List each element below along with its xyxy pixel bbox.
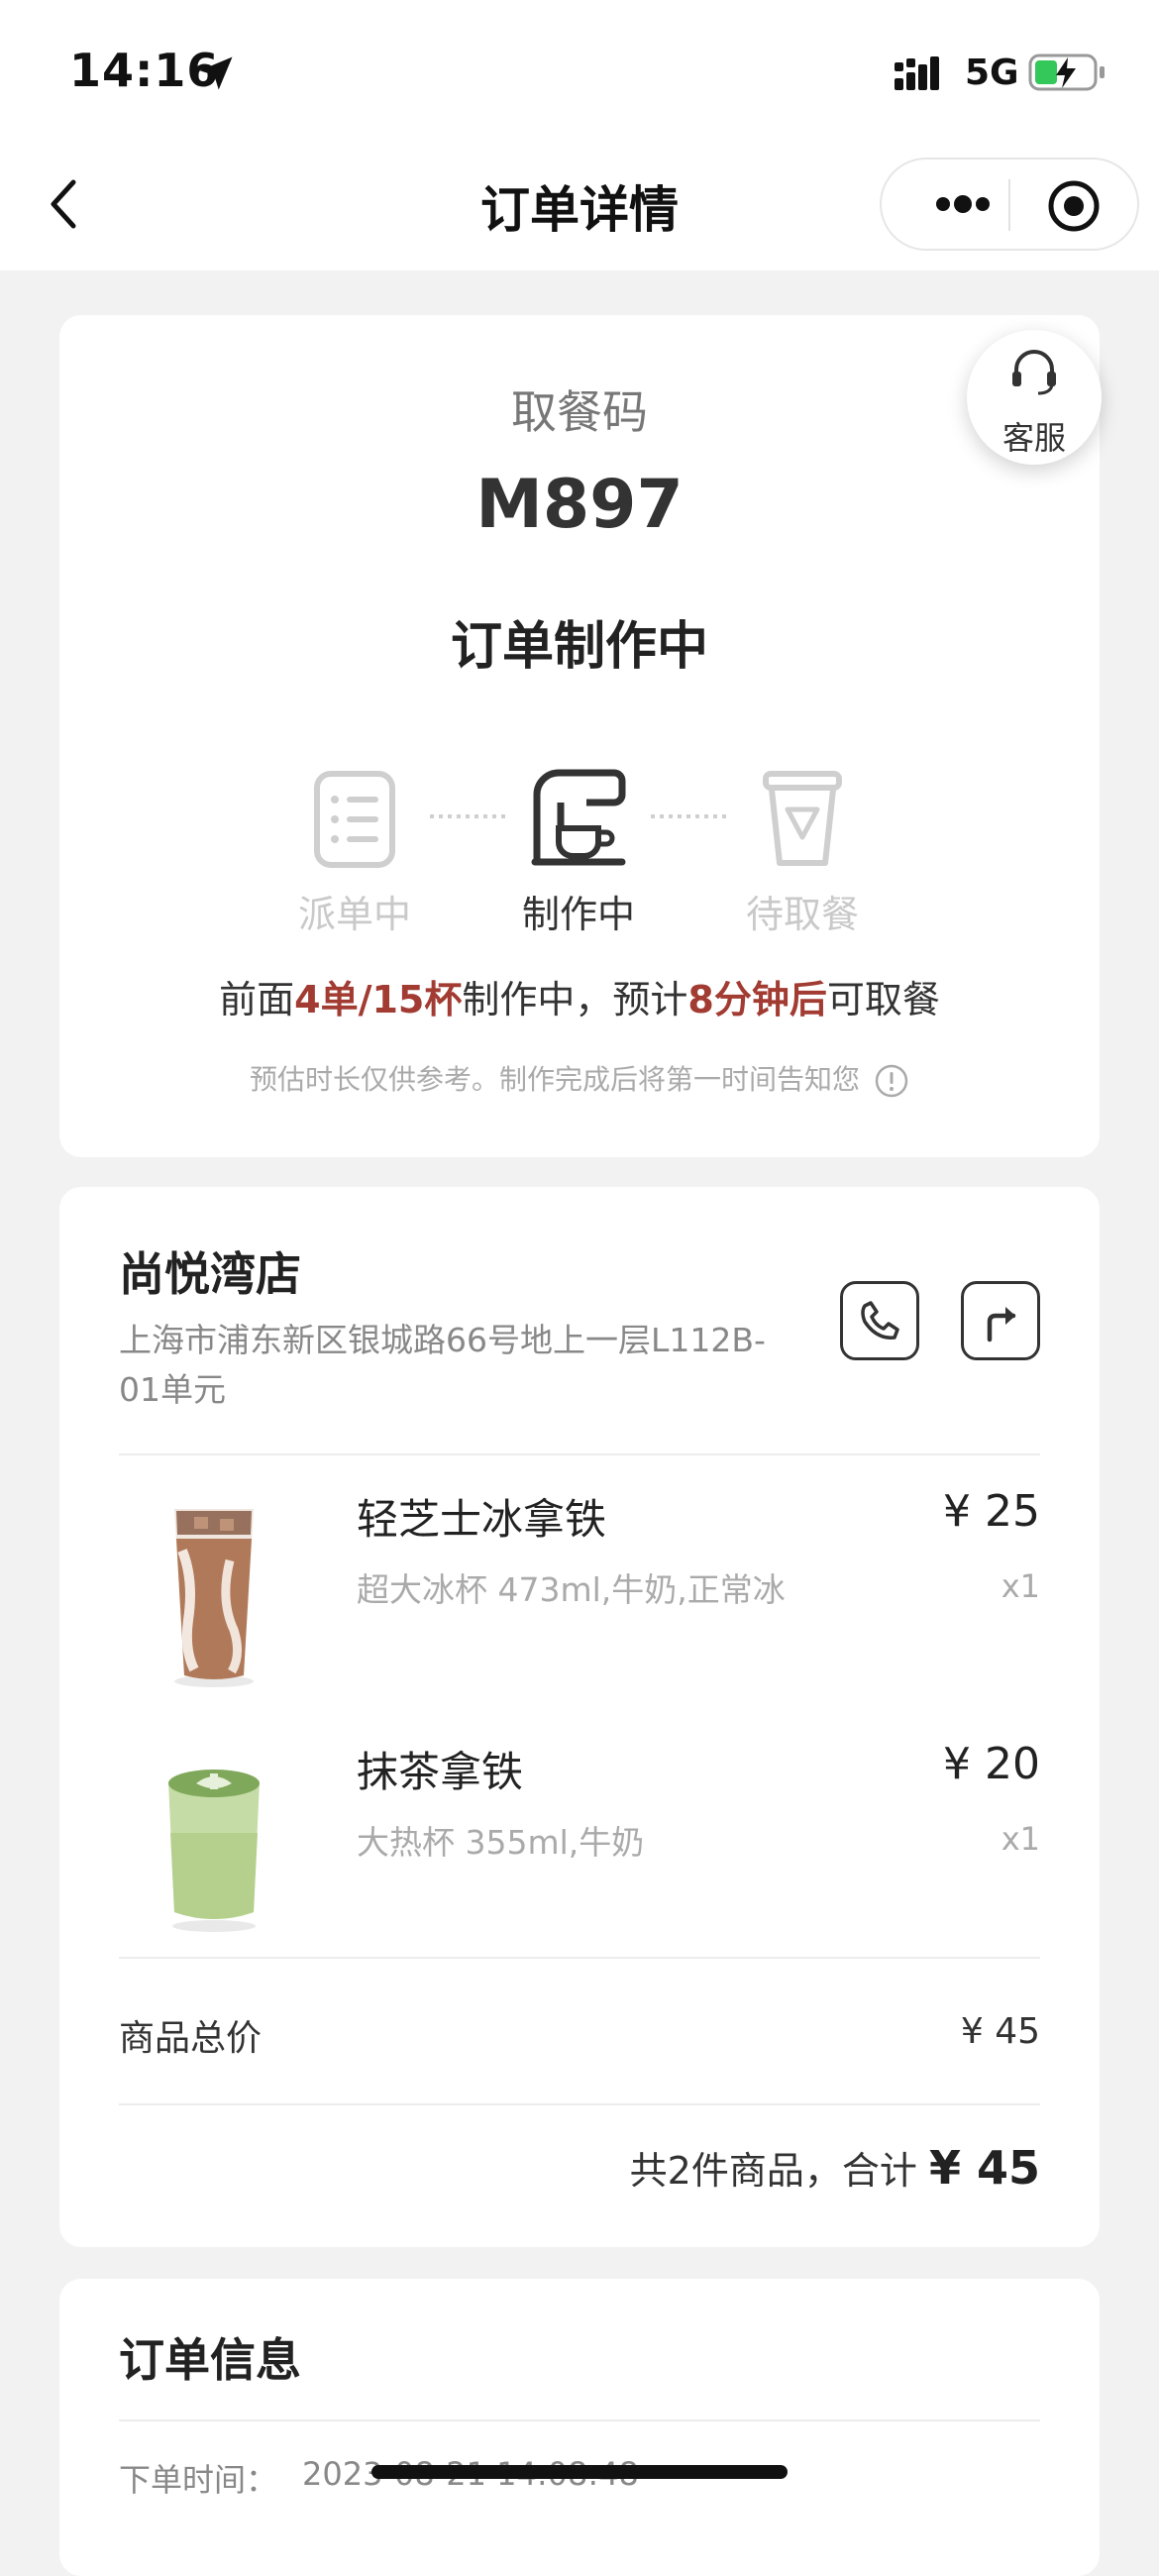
miniprogram-capsule xyxy=(880,158,1139,251)
order-status: 订单制作中 xyxy=(450,617,708,677)
item-spec: 大热杯 355ml,牛奶 xyxy=(357,1823,645,1862)
item-quantity: x1 xyxy=(1001,1567,1040,1605)
divider xyxy=(119,2419,1040,2421)
dispatch-order-icon xyxy=(314,771,395,868)
divider xyxy=(119,2103,1040,2105)
step-connector xyxy=(651,814,728,818)
order-info-card xyxy=(59,2279,1100,2576)
queue-middle: 制作中，预计 xyxy=(462,978,688,1021)
back-icon[interactable] xyxy=(44,174,83,234)
estimate-note: 预估时长仅供参考。制作完成后将第一时间告知您 xyxy=(59,1058,1100,1099)
order-time-label: 下单时间： xyxy=(119,2461,278,2499)
queue-prefix: 前面 xyxy=(219,978,295,1021)
subtotal-value: ¥ 45 xyxy=(960,2011,1040,2052)
step-connector xyxy=(430,814,507,818)
queue-suffix: 可取餐 xyxy=(826,978,940,1021)
info-icon[interactable] xyxy=(874,1063,909,1099)
pickup-code-label: 取餐码 xyxy=(511,385,648,439)
call-store-button[interactable] xyxy=(840,1281,919,1360)
product-image-iced-latte xyxy=(174,1509,254,1687)
store-address: 上海市浦东新区银城路66号地上一层L112B-01单元 xyxy=(119,1321,766,1409)
signal-icon xyxy=(895,56,939,90)
summary-total: ¥ 45 xyxy=(928,2141,1040,2195)
phone-icon xyxy=(861,1301,899,1340)
navigate-button[interactable] xyxy=(961,1281,1040,1360)
item-quantity: x1 xyxy=(1001,1820,1040,1858)
pickup-code: M897 xyxy=(475,466,684,544)
step-label-making: 制作中 xyxy=(521,893,635,936)
step-label-pickup: 待取餐 xyxy=(745,893,859,936)
item-price: ¥ 20 xyxy=(943,1739,1040,1789)
item-spec: 超大冰杯 473ml,牛奶,正常冰 xyxy=(357,1570,786,1609)
queue-count: 4单/15杯 xyxy=(294,978,463,1021)
summary-prefix: 共2件商品，合计 xyxy=(629,2149,917,2193)
page-title: 订单详情 xyxy=(480,181,679,239)
order-total-summary: 共2件商品，合计 ¥ 45 xyxy=(495,2140,1040,2195)
directions-icon xyxy=(987,1307,1016,1342)
home-indicator[interactable] xyxy=(371,2465,788,2479)
battery-charging-icon xyxy=(1028,54,1105,91)
item-name: 轻芝士冰拿铁 xyxy=(357,1495,607,1544)
pickup-cup-icon xyxy=(763,771,842,866)
store-name: 尚悦湾店 xyxy=(119,1247,301,1301)
order-info-title: 订单信息 xyxy=(119,2333,301,2387)
coffee-machine-icon xyxy=(531,769,626,866)
product-image-matcha-latte xyxy=(168,1770,260,1932)
capsule-divider xyxy=(1008,179,1010,231)
step-label-dispatch: 派单中 xyxy=(297,893,411,936)
divider xyxy=(119,1957,1040,1959)
queue-eta: 8分钟后 xyxy=(687,978,827,1021)
item-name: 抹茶拿铁 xyxy=(357,1748,524,1796)
network-type: 5G xyxy=(965,53,1019,93)
queue-estimate: 前面4单/15杯制作中，预计8分钟后可取餐 xyxy=(59,969,1100,1023)
more-icon[interactable] xyxy=(933,189,993,219)
estimate-note-text: 预估时长仅供参考。制作完成后将第一时间告知您 xyxy=(249,1063,860,1096)
close-miniprogram-icon[interactable] xyxy=(1046,178,1102,234)
location-arrow-icon xyxy=(199,56,233,90)
subtotal-label: 商品总价 xyxy=(119,2018,263,2059)
item-price: ¥ 25 xyxy=(943,1486,1040,1537)
divider xyxy=(119,1453,1040,1455)
